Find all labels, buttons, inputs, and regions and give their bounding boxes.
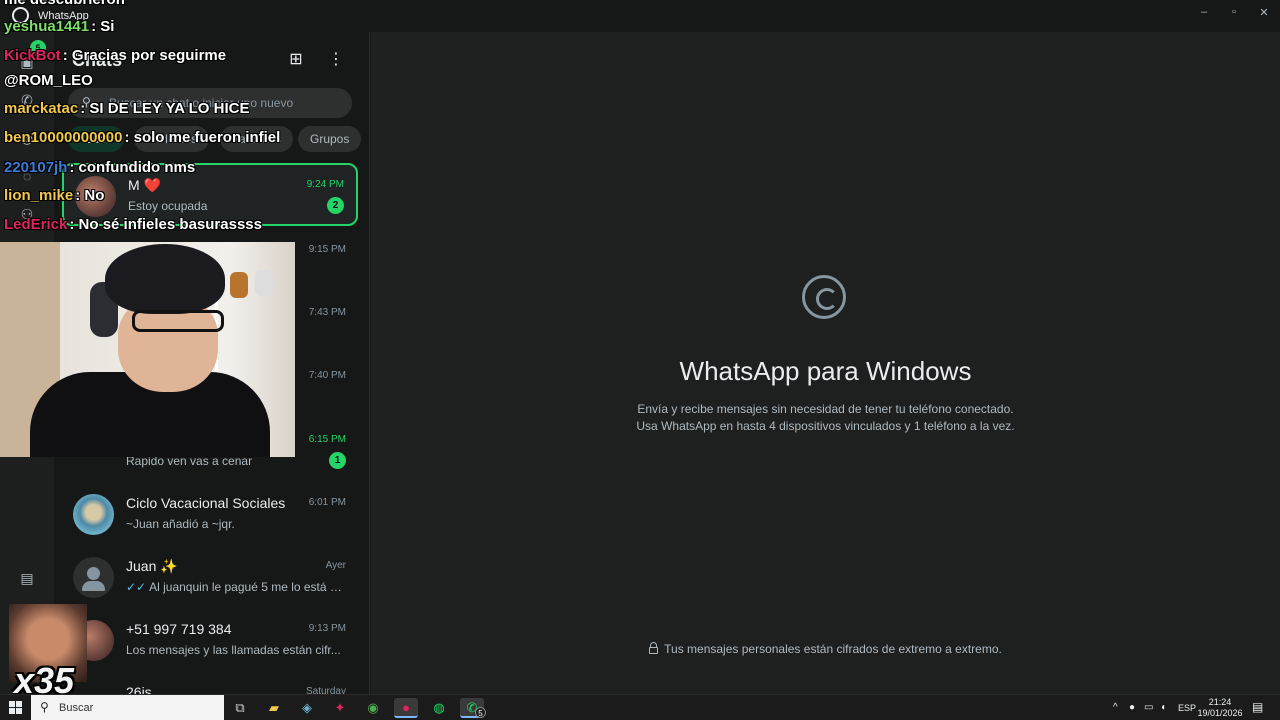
stream-chat-text: : confundido nms <box>69 159 196 176</box>
store-icon[interactable]: ◈ <box>295 698 319 718</box>
chat-time: 6:15 PM <box>308 434 346 445</box>
stream-chat-text: : Si <box>91 18 115 35</box>
file-explorer-icon[interactable]: ▰ <box>262 698 286 718</box>
avatar <box>73 557 114 598</box>
language-indicator[interactable]: ESP <box>1178 703 1196 713</box>
whatsapp-taskbar-badge: 5 <box>475 707 486 718</box>
clock-date: 19/01/2026 <box>1197 708 1243 718</box>
volume-icon[interactable]: ◖ <box>1160 702 1166 713</box>
main-subtitle-2: Usa WhatsApp en hasta 4 dispositivos vin… <box>636 419 1015 433</box>
tray-chevron-icon[interactable]: ^ <box>1113 702 1118 713</box>
spotify-icon[interactable]: ◍ <box>427 698 451 718</box>
close-button[interactable]: ✕ <box>1256 6 1272 20</box>
chat-time: 7:40 PM <box>308 370 346 381</box>
stream-chat-username: lion_mike <box>4 187 74 204</box>
menu-icon[interactable]: ⋮ <box>326 50 346 70</box>
obs-icon[interactable]: ● <box>394 698 418 718</box>
chat-row[interactable]: Ciclo Vacacional Sociales 6:01 PM ~Juan … <box>62 483 358 546</box>
stream-chat-username: yeshua1441 <box>4 18 90 35</box>
glasses <box>132 310 224 332</box>
webcam-overlay <box>0 242 295 457</box>
stream-chat-username: LedErick <box>4 216 68 233</box>
chat-preview: Los mensajes y las llamadas están cifr..… <box>126 643 341 657</box>
chat-name: +51 997 719 384 <box>126 621 232 637</box>
chat-preview: Estoy ocupada <box>128 199 208 213</box>
stream-chat-message: me descubrieron <box>4 0 125 8</box>
chat-row[interactable]: Juan ✨ Ayer ✓✓ Al juanquin le pagué 5 me … <box>62 546 358 609</box>
stream-chat-message: @ROM_LEO <box>4 72 93 89</box>
encryption-notice: Tus mensajes personales están cifrados d… <box>371 642 1280 656</box>
whatsapp-taskbar-icon[interactable]: ✆ 5 <box>460 698 486 718</box>
chat-row[interactable]: +51 997 719 384 9:13 PM Los mensajes y l… <box>62 609 358 672</box>
chat-preview: ~Juan añadió a ~jqr. <box>126 517 235 531</box>
chat-time: 9:24 PM <box>306 179 344 190</box>
title-bar: WhatsApp – ▫ ✕ <box>0 0 1280 32</box>
stream-chat-username: marckatac <box>4 100 79 117</box>
chat-name: M ❤️ <box>128 177 161 193</box>
chat-time: Saturday <box>305 686 346 694</box>
stream-chat-text: : No sé infieles basurassss <box>69 216 262 233</box>
stream-chat-text: : solo me fueron infiel <box>124 129 281 146</box>
new-chat-icon[interactable]: ⊞ <box>286 50 306 70</box>
network-icon[interactable]: ▭ <box>1144 702 1153 713</box>
search-icon: ⚲ <box>40 700 49 714</box>
encryption-text: Tus mensajes personales están cifrados d… <box>664 642 1002 656</box>
taskbar-search-label: Buscar <box>59 702 94 714</box>
stream-chat-text: me descubrieron <box>4 0 125 8</box>
clock-time: 21:24 <box>1208 697 1232 707</box>
chat-time: 7:43 PM <box>308 307 346 318</box>
chat-preview: ✓✓ Al juanquin le pagué 5 me lo está h... <box>126 580 342 594</box>
chat-name: Ciclo Vacacional Sociales <box>126 495 286 511</box>
stream-chat-username: 220107jh <box>4 159 68 176</box>
lock-icon <box>649 642 659 654</box>
windows-start-icon[interactable] <box>9 701 22 714</box>
notifications-icon[interactable]: ▤ <box>1252 700 1263 714</box>
chat-preview-text: Al juanquin le pagué 5 me lo está h... <box>149 580 342 594</box>
taskbar: ⚲ Buscar ⧉ ▰ ◈ ✦ ◉ ● ◍ ✆ 5 ^ ● ▭ ◖ ESP 2… <box>0 694 1280 720</box>
whatsapp-logo-icon <box>802 275 846 319</box>
media-icon[interactable]: ▤ <box>17 568 37 588</box>
read-ticks-icon: ✓✓ <box>126 580 147 594</box>
main-subtitle-1: Envía y recibe mensajes sin necesidad de… <box>637 402 1014 416</box>
stream-chat-text: : SI DE LEY YA LO HICE <box>80 100 250 117</box>
microphone-icon[interactable]: ● <box>1129 702 1135 713</box>
stream-chat-username: ben10000000000 <box>4 129 123 146</box>
figurine <box>230 272 248 298</box>
stream-chat-username: KickBot <box>4 47 61 64</box>
maximize-button[interactable]: ▫ <box>1226 6 1242 20</box>
app-icon[interactable]: ✦ <box>328 698 352 718</box>
filter-grupos[interactable]: Grupos <box>298 126 362 152</box>
stream-chat-message: KickBot: Gracias por seguirme <box>4 47 226 64</box>
clock[interactable]: 21:24 19/01/2026 <box>1196 697 1244 719</box>
stream-chat-message: ben10000000000: solo me fueron infiel <box>4 129 280 146</box>
stream-chat-text: @ROM_LEO <box>4 72 93 89</box>
unread-badge: 1 <box>329 452 346 469</box>
taskbar-search[interactable]: ⚲ Buscar <box>31 695 224 720</box>
avatar <box>73 494 114 535</box>
stream-chat-text: : No <box>75 187 105 204</box>
chat-row[interactable]: 26is Saturday <box>62 672 358 694</box>
task-view-icon[interactable]: ⧉ <box>228 698 252 718</box>
main-title: WhatsApp para Windows <box>679 356 972 386</box>
stream-chat-message: marckatac: SI DE LEY YA LO HICE <box>4 100 249 117</box>
chat-name: 26is <box>126 684 152 694</box>
chat-time: Ayer <box>325 560 346 571</box>
person-hair <box>105 244 225 314</box>
chat-time: 6:01 PM <box>308 497 346 508</box>
unread-badge: 2 <box>327 197 344 214</box>
main-panel: WhatsApp para Windows Envía y recibe men… <box>371 32 1280 694</box>
stream-chat-message: LedErick: No sé infieles basurassss <box>4 216 262 233</box>
chat-name: Juan ✨ <box>126 558 178 574</box>
minimize-button[interactable]: – <box>1196 6 1212 20</box>
chrome-icon[interactable]: ◉ <box>361 698 385 718</box>
figurine <box>255 270 273 296</box>
stream-chat-text: : Gracias por seguirme <box>62 47 227 64</box>
stream-chat-message: yeshua1441: Si <box>4 18 114 35</box>
stream-chat-message: 220107jh: confundido nms <box>4 159 195 176</box>
chat-time: 9:15 PM <box>308 244 346 255</box>
stream-chat-message: lion_mike: No <box>4 187 104 204</box>
chat-time: 9:13 PM <box>308 623 346 634</box>
